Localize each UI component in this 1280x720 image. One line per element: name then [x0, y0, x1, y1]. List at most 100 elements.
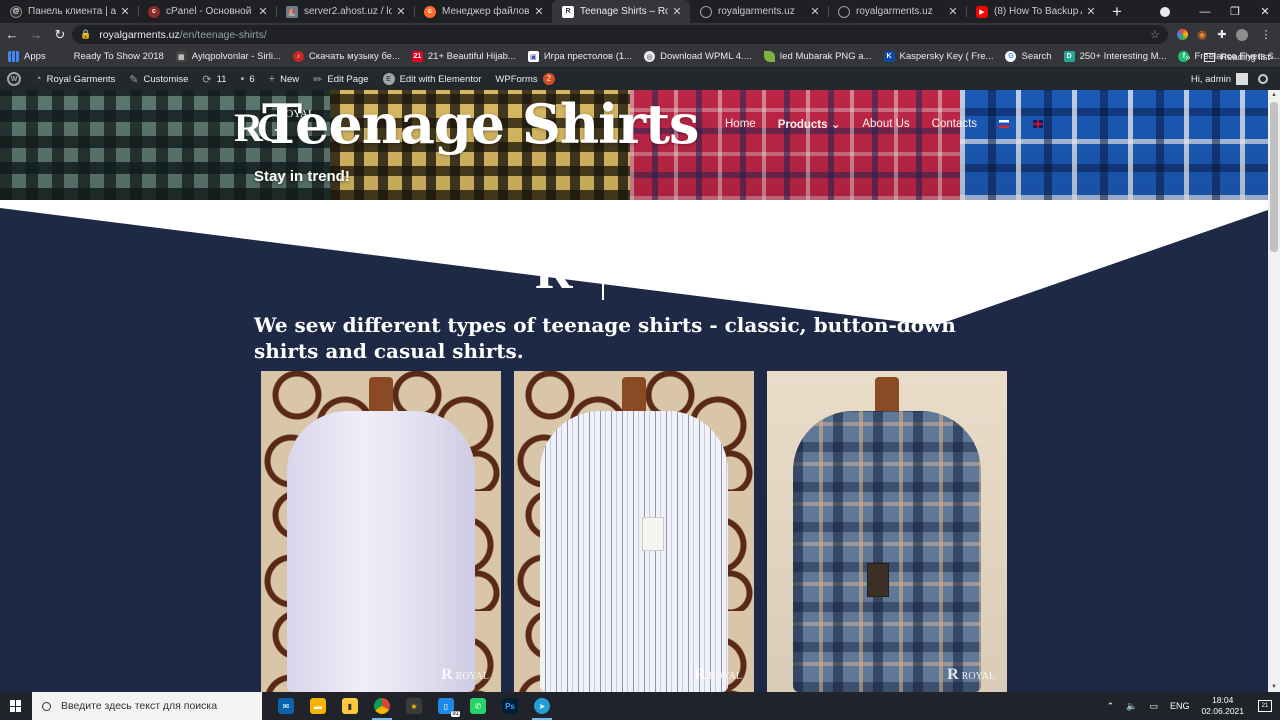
wp-updates[interactable]: ⟳ 11 — [195, 68, 233, 90]
bookmark-item[interactable]: ♪ Скачать музыку бе... — [292, 51, 400, 62]
lock-icon[interactable]: 🔒 — [80, 29, 91, 40]
globe-icon: ◎ — [644, 51, 656, 62]
scroll-down-icon[interactable]: ▼ — [1268, 682, 1280, 692]
close-tab-icon[interactable]: ✕ — [948, 5, 958, 18]
scrollbar-thumb[interactable] — [1270, 102, 1278, 252]
browser-tab[interactable]: royalgarments.uz ✕ — [828, 0, 966, 23]
wp-account: Hi, admin — [1191, 68, 1280, 90]
close-tab-icon[interactable]: ✕ — [258, 5, 268, 18]
network-icon[interactable]: ▭ — [1149, 701, 1158, 712]
wp-site-name[interactable]: ◔ Royal Garments — [28, 68, 122, 90]
browser-tab[interactable]: royalgarments.uz ✕ — [690, 0, 828, 23]
profile-icon[interactable] — [1160, 6, 1170, 17]
wp-elementor[interactable]: E Edit with Elementor — [376, 68, 489, 90]
whatsapp-icon[interactable]: ✆ — [462, 692, 494, 720]
product-photo-white-shirt[interactable]: R ROYAL — [261, 371, 501, 692]
browser-tab[interactable]: ▶ (8) How To Backup And Restore ✕ — [966, 0, 1104, 23]
nav-contacts[interactable]: Contacts — [932, 118, 977, 130]
close-tab-icon[interactable]: ✕ — [672, 5, 682, 18]
close-tab-icon[interactable]: ✕ — [396, 5, 406, 18]
keyboard-language[interactable]: ENG — [1170, 701, 1190, 711]
bookmark-item[interactable]: K Kaspersky Key ( Fre... — [883, 51, 993, 62]
wp-logo-menu[interactable]: W — [0, 68, 28, 90]
wp-comments[interactable]: ▪ 6 — [233, 68, 261, 90]
file-explorer-icon[interactable]: ▬ — [302, 692, 334, 720]
tray-overflow-icon[interactable]: ⌃ — [1107, 701, 1115, 712]
close-window-icon[interactable]: ✕ — [1250, 5, 1280, 18]
tab-title: Панель клиента | aHOST — [28, 6, 116, 17]
forward-icon[interactable]: → — [24, 27, 48, 42]
wp-greeting[interactable]: Hi, admin — [1191, 74, 1231, 85]
bookmark-apps[interactable]: Apps — [8, 51, 46, 62]
browser-tab[interactable]: @ Панель клиента | aHOST ✕ — [0, 0, 138, 23]
extensions-puzzle-icon[interactable]: ✚ — [1212, 23, 1232, 46]
product-photo-plaid-shirt[interactable]: R ROYAL — [767, 371, 1007, 692]
bookmark-item[interactable]: ▦ Ayiqpolvonlar - Sirli... — [175, 51, 281, 62]
decorative-monogram: R — [535, 243, 573, 300]
bookmark-item[interactable]: D 250+ Interesting M... — [1063, 51, 1166, 62]
bookmark-item[interactable]: Ied Mubarak PNG a... — [763, 51, 872, 62]
photoshop-icon[interactable]: Ps — [494, 692, 526, 720]
browser-tab[interactable]: c cPanel - Основной ✕ — [138, 0, 276, 23]
address-bar[interactable]: 🔒 royalgarments.uz /en/teenage-shirts/ ☆ — [72, 25, 1168, 44]
browser-tab-active[interactable]: R Teenage Shirts – Royal Garments ✕ — [552, 0, 690, 23]
price-tag — [642, 517, 664, 551]
wp-edit-page[interactable]: ✏ Edit Page — [306, 68, 375, 90]
telegram-icon[interactable]: ➤ — [526, 692, 558, 720]
volume-icon[interactable]: 🔈 — [1126, 701, 1137, 712]
scroll-up-icon[interactable]: ▲ — [1268, 90, 1280, 100]
new-tab-button[interactable]: + — [1104, 0, 1130, 23]
taskbar-search[interactable]: Введите здесь текст для поиска — [32, 692, 262, 720]
wp-site-name-label: Royal Garments — [46, 73, 116, 85]
close-tab-icon[interactable]: ✕ — [534, 5, 544, 18]
kaspersky-icon: K — [883, 51, 895, 62]
sticky-notes-icon[interactable]: ▮ — [334, 692, 366, 720]
wp-new[interactable]: + New — [262, 68, 306, 90]
bookmark-item[interactable]: ▣ Игра престолов (1... — [527, 51, 632, 62]
star-app-icon[interactable]: ★ — [398, 692, 430, 720]
clock[interactable]: 18:04 02.06.2021 — [1201, 695, 1244, 717]
start-button[interactable] — [0, 692, 32, 720]
search-icon[interactable] — [1258, 74, 1268, 84]
nav-home[interactable]: Home — [725, 118, 756, 130]
avatar[interactable] — [1236, 73, 1248, 85]
app-badge: 91 — [451, 711, 460, 717]
browser-tab[interactable]: c Менеджер файлов cPanel ✕ — [414, 0, 552, 23]
minimize-icon[interactable]: — — [1190, 6, 1220, 18]
wp-wpforms[interactable]: WPForms 2 — [488, 68, 562, 90]
notifications-icon[interactable]: 21 — [1258, 700, 1272, 712]
bookmarks-overflow-button[interactable]: » — [1185, 52, 1190, 63]
close-tab-icon[interactable]: ✕ — [1086, 5, 1096, 18]
product-photo-striped-shirt[interactable]: R ROYAL — [514, 371, 754, 692]
mail-icon[interactable]: ✉ — [270, 692, 302, 720]
bookmark-item[interactable]: ◎ Download WPML 4.... — [644, 51, 752, 62]
tab-title: (8) How To Backup And Restore — [994, 6, 1082, 17]
close-tab-icon[interactable]: ✕ — [810, 5, 820, 18]
bookmark-item[interactable]: Ready To Show 2018 — [58, 51, 164, 62]
close-tab-icon[interactable]: ✕ — [120, 5, 130, 18]
bookmark-item[interactable]: 21 21+ Beautiful Hijab... — [411, 51, 516, 62]
bookmark-item[interactable]: G Search — [1005, 51, 1052, 62]
wp-updates-count: 11 — [216, 73, 227, 85]
windows-icon — [10, 700, 22, 712]
back-icon[interactable]: ← — [0, 27, 24, 42]
reading-list-button[interactable]: Reading list — [1220, 52, 1270, 63]
nav-products[interactable]: Products ⌄ — [778, 117, 841, 131]
browser-tab[interactable]: ⛵ server2.ahost.uz / localhost ✕ — [276, 0, 414, 23]
wp-customise[interactable]: ✎ Customise — [122, 68, 195, 90]
profile-avatar-icon[interactable] — [1232, 23, 1252, 46]
english-flag-icon[interactable] — [1033, 120, 1044, 128]
restore-icon[interactable]: ❐ — [1220, 5, 1250, 18]
bookmark-star-icon[interactable]: ☆ — [1150, 28, 1160, 41]
russian-flag-icon[interactable] — [999, 120, 1010, 128]
extension-colorful-icon[interactable] — [1172, 23, 1192, 46]
chrome-icon[interactable] — [366, 692, 398, 720]
nav-about-us[interactable]: About Us — [862, 118, 909, 130]
webpage: RG ROYAL Teenage Shirts Stay in trend! H… — [0, 90, 1268, 692]
reload-icon[interactable]: ↻ — [48, 27, 72, 43]
phone-app-icon[interactable]: ▯ 91 — [430, 692, 462, 720]
bookmark-label: Search — [1021, 51, 1052, 62]
page-scrollbar[interactable]: ▲ ▼ — [1268, 90, 1280, 692]
menu-kebab-icon[interactable]: ⋮ — [1256, 23, 1276, 46]
extension-orange-icon[interactable]: ◉ — [1192, 23, 1212, 46]
